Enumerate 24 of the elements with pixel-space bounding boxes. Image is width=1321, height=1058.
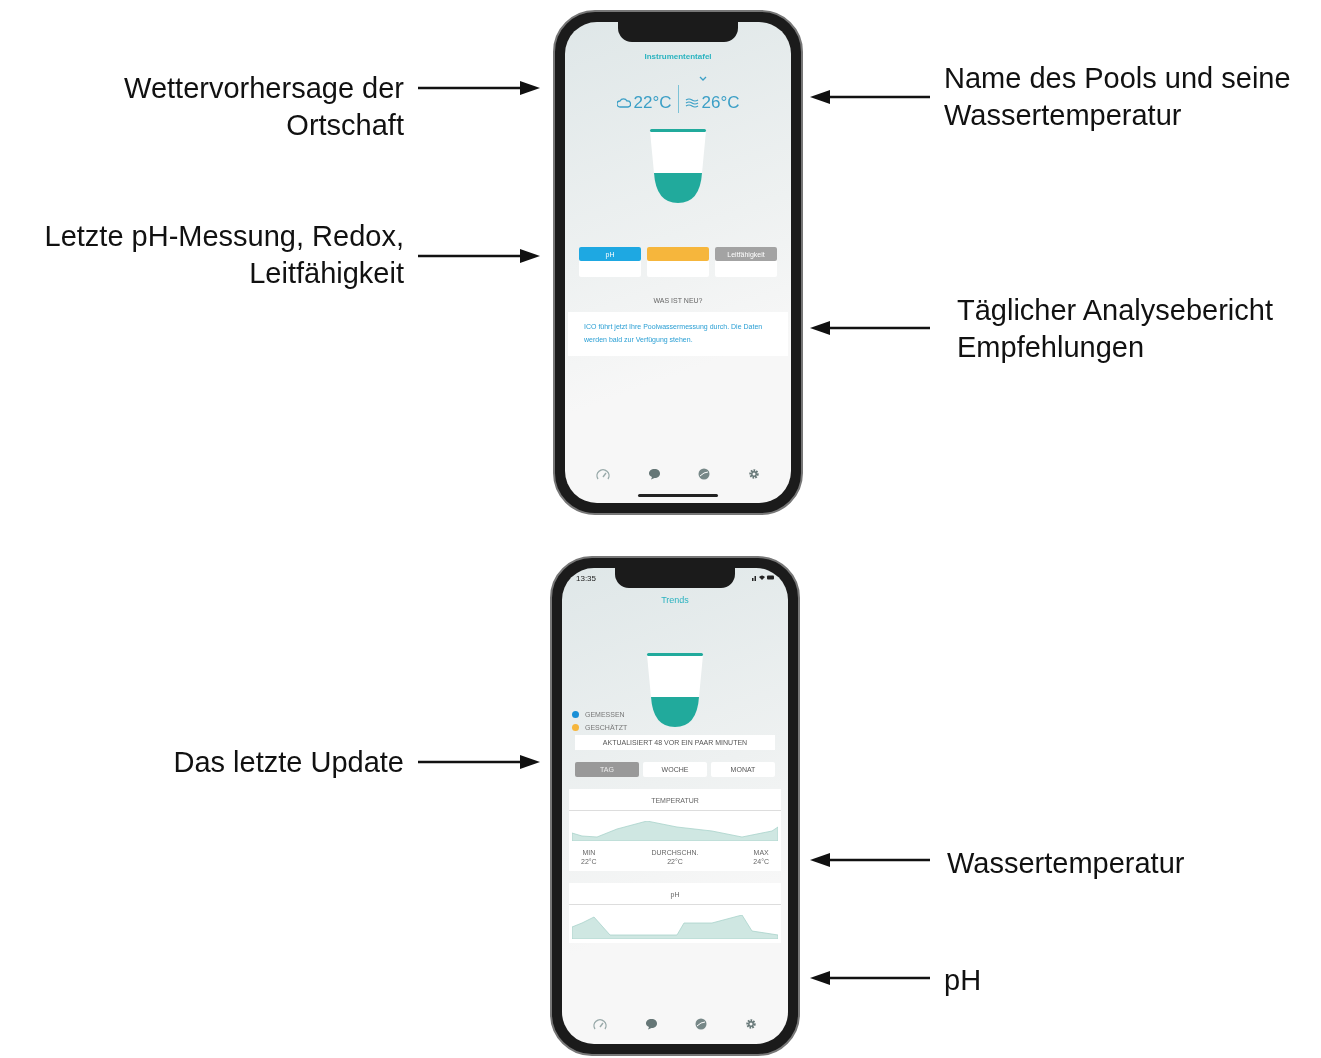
gauge-icon[interactable] — [592, 1018, 607, 1030]
waves-icon — [684, 98, 699, 108]
screen-title: Instrumententafel — [644, 52, 712, 61]
pool-temperature: 26°C — [684, 93, 740, 113]
measurement-card[interactable] — [647, 247, 709, 277]
status-icons — [752, 574, 774, 581]
chat-icon[interactable] — [644, 1018, 658, 1030]
callout-label: Name des Pools und seine Wassertemperatur — [944, 61, 1292, 133]
settings-icon[interactable] — [748, 468, 761, 480]
callout-label: pH — [944, 963, 983, 998]
weather-temperature: 22°C — [616, 93, 672, 113]
callout-label: Wettervorhersage der Ortschaft — [123, 71, 404, 143]
callout-label: Das letzte Update — [172, 745, 404, 780]
status-time: 13:35 — [576, 574, 597, 583]
callout-label: Täglicher Analysebericht Empfehlungen — [957, 293, 1274, 365]
callout-label: Letzte pH-Messung, Redox, Leitfähigkeit — [43, 219, 404, 291]
callout-label: Wassertemperatur — [947, 846, 1186, 881]
cloud-icon — [616, 98, 631, 108]
screen-title: Trends — [661, 595, 689, 605]
settings-icon[interactable] — [745, 1018, 758, 1030]
chat-icon[interactable] — [647, 468, 661, 480]
ball-icon[interactable] — [695, 1018, 708, 1030]
ball-icon[interactable] — [698, 468, 711, 480]
gauge-icon[interactable] — [595, 468, 610, 480]
